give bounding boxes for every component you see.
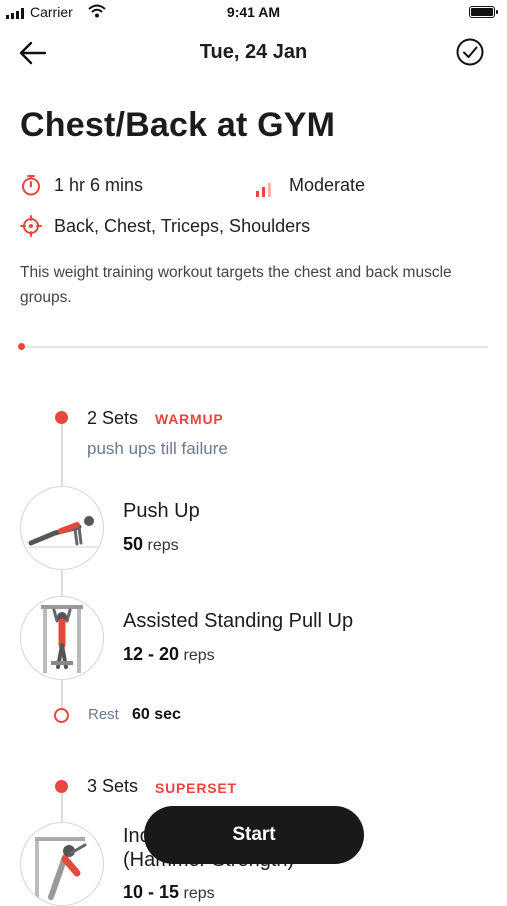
workout-muscles: Back, Chest, Triceps, Shoulders [54, 216, 311, 236]
reps-unit: reps [147, 537, 179, 554]
battery-icon [469, 6, 498, 18]
set-marker [55, 411, 68, 424]
workout-date: Tue, 24 Jan [199, 41, 308, 63]
set-count: 3 Sets [87, 776, 139, 796]
target-icon [20, 215, 42, 237]
set-count: 2 Sets [87, 408, 139, 428]
exercise-reps: 50 reps [123, 534, 179, 555]
reps-value: 12 - 20 [123, 644, 180, 664]
timeline-connector [61, 793, 63, 823]
exercise-reps: 12 - 20 reps [123, 644, 215, 665]
workout-duration: 1 hr 6 mins [54, 175, 144, 195]
chest-press-machine-illustration-icon [35, 837, 87, 903]
reps-unit: reps [183, 885, 215, 902]
reps-value: 10 - 15 [123, 882, 180, 902]
stopwatch-icon [22, 175, 40, 196]
workout-title: Chest/Back at GYM [20, 106, 336, 144]
status-time: 9:41 AM [226, 4, 281, 20]
set-tag: WARMUP [155, 411, 224, 427]
exercise-name[interactable]: Assisted Standing Pull Up [123, 610, 353, 633]
exercise-thumbnail[interactable] [20, 822, 104, 906]
workout-intensity: Moderate [289, 175, 366, 195]
workout-progress-track [20, 346, 488, 348]
set-marker [55, 780, 68, 793]
pull-up-machine-illustration-icon [41, 605, 83, 673]
push-up-illustration-icon [28, 516, 97, 548]
set-note: push ups till failure [87, 439, 228, 458]
exercise-thumbnail[interactable] [20, 486, 104, 570]
reps-value: 50 [123, 534, 144, 554]
signal-bars-icon [256, 183, 271, 197]
workout-progress-indicator [18, 343, 25, 350]
check-circle-icon[interactable] [455, 37, 485, 67]
rest-label: Rest [88, 706, 119, 723]
rest-duration: 60 sec [132, 706, 181, 723]
timeline-connector [61, 570, 63, 596]
start-workout-button[interactable]: Start [144, 806, 364, 864]
set-tag: SUPERSET [155, 780, 237, 796]
timeline-connector [61, 680, 63, 708]
exercise-thumbnail[interactable] [20, 596, 104, 680]
exercise-name[interactable]: Push Up [123, 500, 200, 523]
rest-marker [54, 708, 69, 723]
reps-unit: reps [183, 647, 215, 664]
status-bar: Carrier 9:41 AM [0, 0, 507, 26]
workout-description: This weight training workout targets the… [20, 264, 452, 306]
